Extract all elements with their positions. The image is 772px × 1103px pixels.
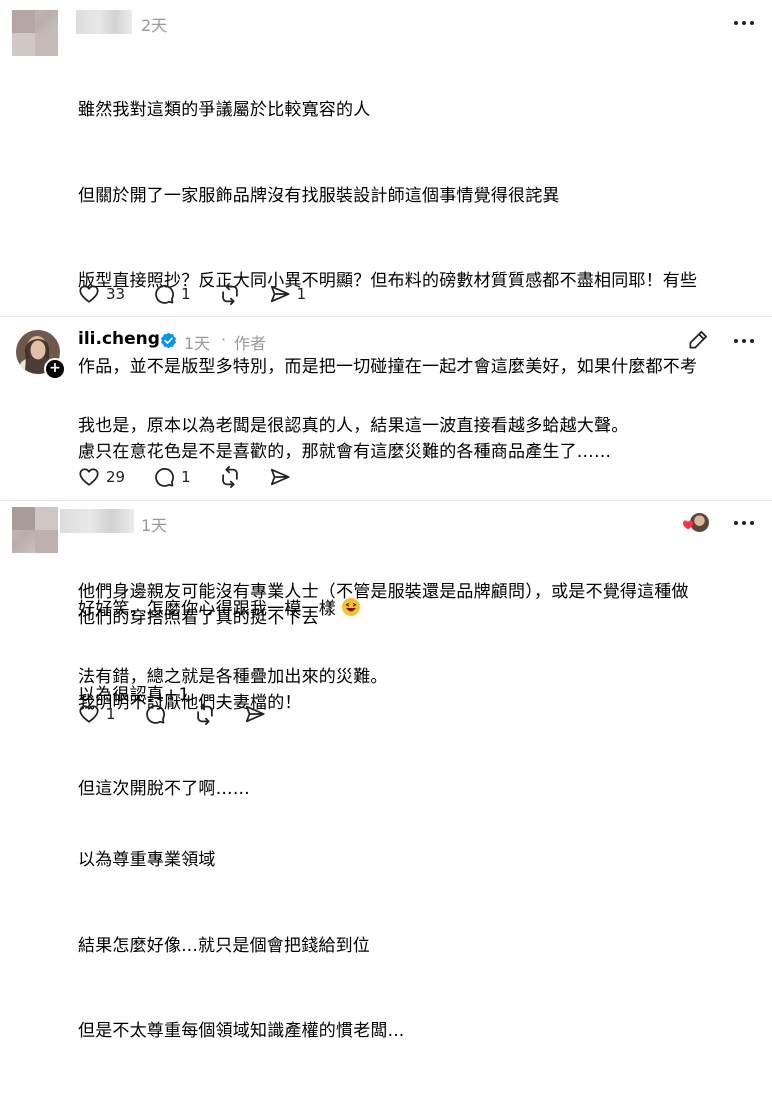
repost-button[interactable] [219, 283, 241, 305]
plus-icon: + [49, 360, 61, 376]
timestamp: 2天 [141, 16, 168, 35]
share-icon [245, 705, 265, 723]
repost-icon [196, 703, 213, 725]
repost-icon [221, 466, 238, 488]
share-button[interactable] [269, 466, 291, 488]
heart-icon [79, 285, 99, 303]
avatar[interactable] [12, 507, 58, 553]
grinning-emoji-icon [341, 598, 360, 616]
heart-icon [79, 468, 99, 486]
heart-icon [683, 520, 693, 530]
share-button[interactable]: 1 [269, 283, 307, 305]
divider [0, 316, 772, 317]
comment-line: 但是不太尊重每個領域知識產權的慣老闆... [78, 1021, 405, 1041]
reply-count: 1 [181, 468, 191, 486]
repost-button[interactable] [219, 466, 241, 488]
like-count: 1 [106, 705, 116, 723]
repost-icon [221, 283, 238, 305]
like-count: 29 [106, 468, 126, 486]
username-redacted[interactable] [60, 509, 134, 533]
divider [0, 500, 772, 501]
more-icon[interactable] [732, 329, 756, 353]
action-bar: 33 1 1 [78, 281, 334, 307]
author-badge: 作者 [234, 334, 267, 353]
username-redacted[interactable] [76, 10, 132, 34]
like-count: 33 [106, 285, 126, 303]
reply-button[interactable]: 1 [153, 466, 191, 488]
username[interactable]: ili.cheng [78, 329, 160, 349]
reply-button[interactable] [144, 703, 166, 725]
verified-icon [161, 332, 176, 349]
reply-icon [155, 468, 175, 487]
meta-separator: · [221, 330, 227, 349]
share-icon [270, 285, 290, 303]
timestamp: 1天 [141, 516, 168, 535]
share-count: 1 [296, 285, 307, 303]
comment-line: 以為尊重專業領域 [78, 850, 216, 870]
edit-icon[interactable] [687, 328, 710, 351]
heart-icon [79, 705, 99, 723]
author-liked-indicator [682, 513, 712, 533]
comment-line-text: 好好笑，怎麼你心得跟我一模一樣 [78, 599, 336, 619]
share-icon [270, 468, 290, 486]
more-icon[interactable] [732, 11, 756, 35]
comment-body: 好好笑，怎麼你心得跟我一模一樣 以為很認真+1 以為尊重專業領域 結果怎麼好像.… [78, 538, 768, 1103]
more-icon[interactable] [732, 511, 756, 535]
comment-line: 結果怎麼好像...就只是個會把錢給到位 [78, 935, 371, 956]
timestamp: 1天 [184, 334, 211, 353]
action-bar: 1 [78, 701, 294, 727]
avatar[interactable] [12, 10, 58, 56]
reply-count: 1 [181, 285, 191, 303]
like-button[interactable]: 29 [78, 466, 125, 488]
like-button[interactable]: 1 [78, 703, 116, 725]
reply-icon [155, 285, 175, 304]
comment-line: 雖然我對這類的爭議屬於比較寬容的人 [78, 100, 371, 120]
action-bar: 29 1 [78, 464, 319, 490]
follow-plus-badge[interactable]: + [44, 358, 66, 380]
reply-button[interactable]: 1 [153, 283, 191, 305]
share-button[interactable] [244, 703, 266, 725]
comment-line: 但關於開了一家服飾品牌沒有找服裝設計師這個事情覺得很詫異 [78, 185, 560, 206]
like-button[interactable]: 33 [78, 283, 125, 305]
reply-icon [145, 705, 165, 724]
comment-line: 好好笑，怎麼你心得跟我一模一樣 [78, 595, 768, 624]
repost-button[interactable] [194, 703, 216, 725]
comment-line: 我也是，原本以為老闆是很認真的人，結果這一波直接看越多蛤越大聲。 [78, 416, 629, 436]
